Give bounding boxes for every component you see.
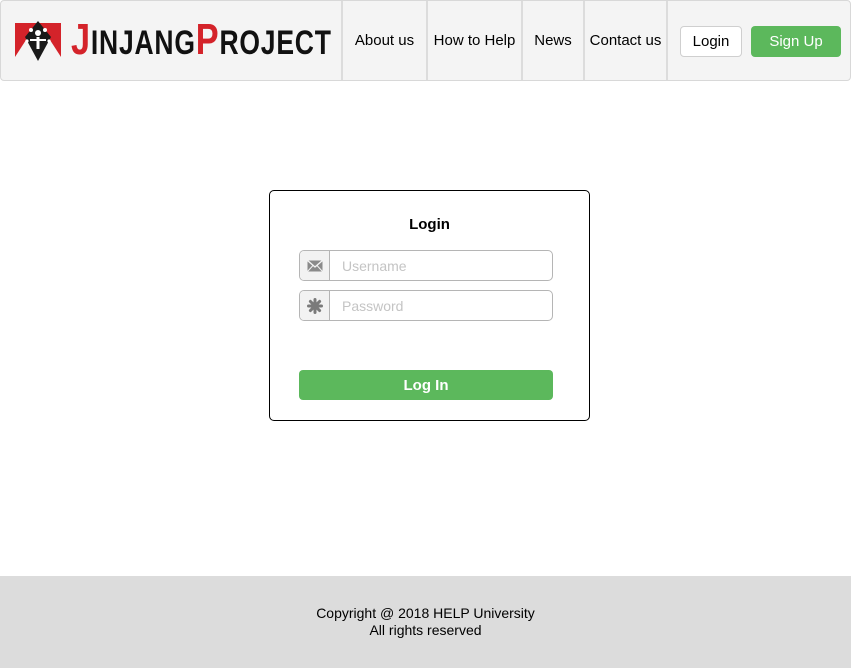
login-card: Login Log In xyxy=(269,190,590,421)
username-input[interactable] xyxy=(330,251,552,280)
brand-word-1: INJANG xyxy=(90,24,196,62)
password-field-group xyxy=(299,290,553,321)
footer-copyright: Copyright @ 2018 HELP University xyxy=(316,605,535,621)
nav-item-contact-us[interactable]: Contact us xyxy=(583,1,668,80)
brand-letter-j: J xyxy=(71,15,91,64)
nav-links: About us How to Help News Contact us xyxy=(341,1,668,80)
nav-item-news[interactable]: News xyxy=(521,1,583,80)
nav-item-about-us[interactable]: About us xyxy=(341,1,426,80)
navbar: JINJANGPROJECT About us How to Help News… xyxy=(0,0,851,81)
footer-rights: All rights reserved xyxy=(369,622,482,638)
brand-wordmark[interactable]: JINJANGPROJECT xyxy=(71,14,332,66)
login-title: Login xyxy=(409,216,450,233)
tiger-emblem-icon xyxy=(15,21,61,61)
login-button[interactable]: Login xyxy=(680,26,742,57)
asterisk-icon xyxy=(300,291,330,320)
nav-item-how-to-help[interactable]: How to Help xyxy=(426,1,521,80)
footer: Copyright @ 2018 HELP University All rig… xyxy=(0,576,851,668)
brand-letter-p: P xyxy=(195,15,220,64)
brand-word-2: ROJECT xyxy=(219,24,332,62)
password-input[interactable] xyxy=(330,291,552,320)
signup-button[interactable]: Sign Up xyxy=(751,26,841,57)
brand-logo[interactable] xyxy=(15,16,61,64)
envelope-icon xyxy=(300,251,330,280)
log-in-submit-button[interactable]: Log In xyxy=(299,370,553,400)
username-field-group xyxy=(299,250,553,281)
